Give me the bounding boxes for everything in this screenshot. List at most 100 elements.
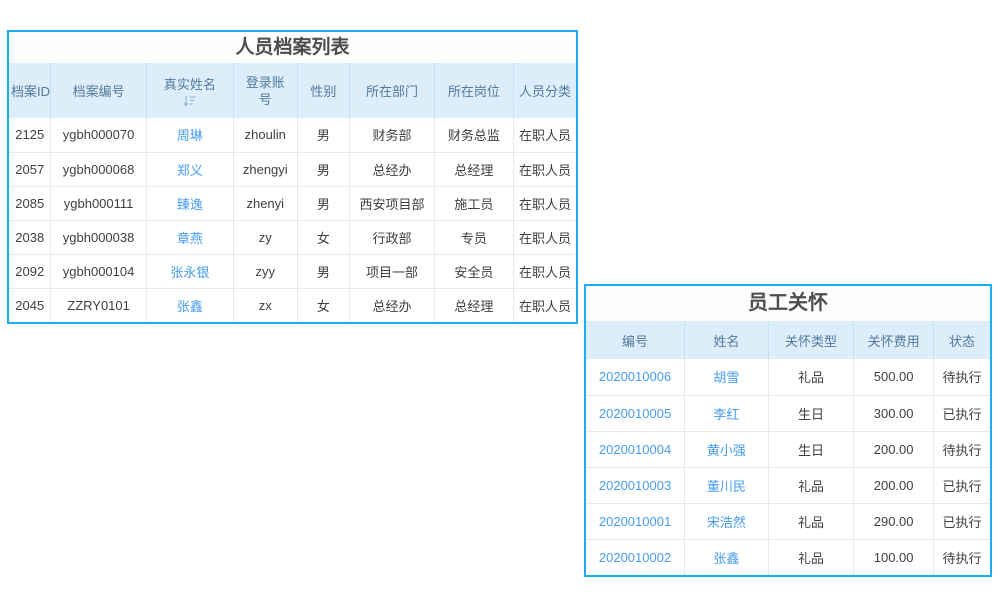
- cell-care-type: 礼品: [768, 503, 854, 539]
- personnel-header-row: 档案ID 档案编号 真实姓名: [9, 63, 576, 118]
- cell-position: 总经理: [434, 288, 513, 322]
- cell-status: 待执行: [933, 539, 990, 575]
- employee-name-link[interactable]: 董川民: [707, 479, 746, 494]
- cell-care-type: 礼品: [768, 539, 854, 575]
- cell-care-type: 礼品: [768, 467, 854, 503]
- cell-category: 在职人员: [514, 152, 576, 186]
- col-header-archive-id: 档案ID: [9, 63, 51, 118]
- cell-name: 张鑫: [685, 539, 769, 575]
- personnel-table: 档案ID 档案编号 真实姓名: [9, 63, 576, 322]
- care-no-link[interactable]: 2020010003: [599, 478, 671, 493]
- cell-gender: 男: [297, 118, 350, 152]
- table-row: 2092 ygbh000104 张永银 zyy 男 项目一部 安全员 在职人员: [9, 254, 576, 288]
- cell-category: 在职人员: [514, 118, 576, 152]
- cell-login-account: zx: [234, 288, 298, 322]
- care-header-row: 编号 姓名 关怀类型 关怀费用 状态: [586, 321, 990, 359]
- cell-real-name: 张鑫: [146, 288, 233, 322]
- cell-archive-id: 2085: [9, 186, 51, 220]
- care-table-title: 员工关怀: [586, 286, 990, 321]
- page: 人员档案列表 档案ID 档案编号 真实姓名: [0, 0, 1000, 600]
- employee-name-link[interactable]: 胡雪: [713, 370, 739, 385]
- cell-archive-id: 2038: [9, 220, 51, 254]
- cell-archive-code: ygbh000104: [51, 254, 146, 288]
- table-row: 2020010002 张鑫 礼品 100.00 待执行: [586, 539, 990, 575]
- cell-real-name: 张永银: [146, 254, 233, 288]
- real-name-link[interactable]: 张永银: [170, 265, 209, 280]
- cell-category: 在职人员: [514, 254, 576, 288]
- col-header-care-type: 关怀类型: [768, 321, 854, 359]
- real-name-link[interactable]: 张鑫: [177, 299, 203, 314]
- employee-care-card: 员工关怀 编号 姓名 关怀类型 关怀费用 状态 2020010006 胡雪 礼品: [584, 284, 992, 577]
- cell-position: 安全员: [434, 254, 513, 288]
- cell-status: 待执行: [933, 359, 990, 395]
- care-no-link[interactable]: 2020010004: [599, 442, 671, 457]
- cell-archive-id: 2045: [9, 288, 51, 322]
- employee-name-link[interactable]: 李红: [713, 407, 739, 422]
- sort-amount-icon: [149, 95, 231, 108]
- cell-name: 董川民: [685, 467, 769, 503]
- real-name-link[interactable]: 章燕: [177, 231, 203, 246]
- cell-care-no: 2020010004: [586, 431, 685, 467]
- table-row: 2057 ygbh000068 郑义 zhengyi 男 总经办 总经理 在职人…: [9, 152, 576, 186]
- cell-care-no: 2020010002: [586, 539, 685, 575]
- care-no-link[interactable]: 2020010002: [599, 550, 671, 565]
- col-header-department: 所在部门: [350, 63, 434, 118]
- table-row: 2045 ZZRY0101 张鑫 zx 女 总经办 总经理 在职人员: [9, 288, 576, 322]
- care-no-link[interactable]: 2020010005: [599, 406, 671, 421]
- care-table: 编号 姓名 关怀类型 关怀费用 状态 2020010006 胡雪 礼品 500.…: [586, 321, 990, 575]
- cell-care-type: 生日: [768, 395, 854, 431]
- employee-name-link[interactable]: 黄小强: [707, 443, 746, 458]
- real-name-link[interactable]: 周琳: [177, 128, 203, 143]
- cell-archive-code: ygbh000111: [51, 186, 146, 220]
- table-row: 2085 ygbh000111 臻逸 zhenyi 男 西安项目部 施工员 在职…: [9, 186, 576, 220]
- table-row: 2020010006 胡雪 礼品 500.00 待执行: [586, 359, 990, 395]
- personnel-archive-card: 人员档案列表 档案ID 档案编号 真实姓名: [7, 30, 578, 324]
- col-header-care-fee: 关怀费用: [854, 321, 934, 359]
- employee-name-link[interactable]: 张鑫: [713, 551, 739, 566]
- cell-department: 项目一部: [350, 254, 434, 288]
- cell-status: 已执行: [933, 503, 990, 539]
- cell-archive-code: ygbh000068: [51, 152, 146, 186]
- cell-care-fee: 200.00: [854, 431, 934, 467]
- cell-gender: 男: [297, 152, 350, 186]
- cell-gender: 男: [297, 254, 350, 288]
- cell-gender: 男: [297, 186, 350, 220]
- cell-name: 宋浩然: [685, 503, 769, 539]
- cell-name: 黄小强: [685, 431, 769, 467]
- care-no-link[interactable]: 2020010001: [599, 514, 671, 529]
- col-header-real-name[interactable]: 真实姓名: [146, 63, 233, 118]
- cell-position: 专员: [434, 220, 513, 254]
- cell-category: 在职人员: [514, 288, 576, 322]
- real-name-link[interactable]: 臻逸: [177, 197, 203, 212]
- cell-position: 财务总监: [434, 118, 513, 152]
- care-no-link[interactable]: 2020010006: [599, 369, 671, 384]
- cell-department: 财务部: [350, 118, 434, 152]
- cell-care-fee: 290.00: [854, 503, 934, 539]
- cell-gender: 女: [297, 288, 350, 322]
- col-header-category: 人员分类: [514, 63, 576, 118]
- table-row: 2125 ygbh000070 周琳 zhoulin 男 财务部 财务总监 在职…: [9, 118, 576, 152]
- cell-login-account: zhoulin: [234, 118, 298, 152]
- cell-archive-id: 2125: [9, 118, 51, 152]
- cell-real-name: 郑义: [146, 152, 233, 186]
- cell-care-no: 2020010001: [586, 503, 685, 539]
- cell-archive-id: 2092: [9, 254, 51, 288]
- table-row: 2020010005 李红 生日 300.00 已执行: [586, 395, 990, 431]
- cell-category: 在职人员: [514, 220, 576, 254]
- personnel-table-title: 人员档案列表: [9, 32, 576, 63]
- col-header-position: 所在岗位: [434, 63, 513, 118]
- cell-login-account: zyy: [234, 254, 298, 288]
- col-header-login-account: 登录账号: [234, 63, 298, 118]
- cell-care-fee: 200.00: [854, 467, 934, 503]
- col-header-gender: 性别: [297, 63, 350, 118]
- cell-care-no: 2020010006: [586, 359, 685, 395]
- table-row: 2020010004 黄小强 生日 200.00 待执行: [586, 431, 990, 467]
- cell-name: 胡雪: [685, 359, 769, 395]
- cell-care-fee: 100.00: [854, 539, 934, 575]
- cell-real-name: 臻逸: [146, 186, 233, 220]
- cell-care-type: 生日: [768, 431, 854, 467]
- cell-care-fee: 500.00: [854, 359, 934, 395]
- employee-name-link[interactable]: 宋浩然: [707, 515, 746, 530]
- cell-status: 已执行: [933, 467, 990, 503]
- real-name-link[interactable]: 郑义: [177, 163, 203, 178]
